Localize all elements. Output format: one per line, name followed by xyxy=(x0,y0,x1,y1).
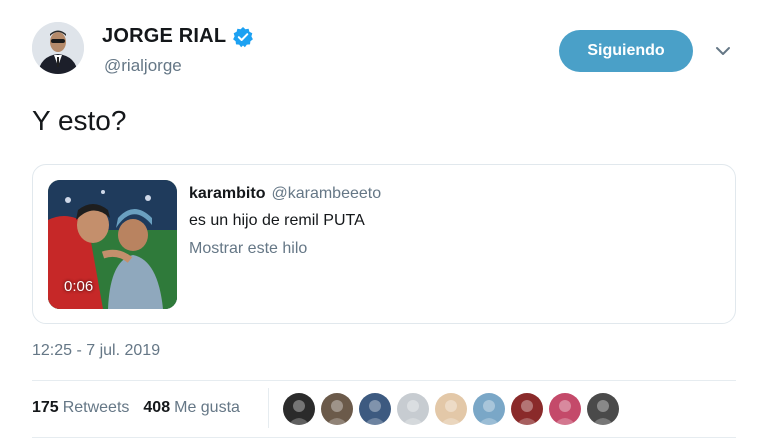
chevron-down-icon[interactable] xyxy=(712,40,734,62)
quote-author-name[interactable]: karambito xyxy=(189,185,265,203)
display-name[interactable]: JORGE RIAL xyxy=(102,25,226,48)
divider xyxy=(32,437,736,438)
tweet-timestamp[interactable]: 12:25 - 7 jul. 2019 xyxy=(32,342,160,360)
video-thumbnail[interactable]: 0:06 xyxy=(48,180,177,309)
liker-avatar[interactable] xyxy=(397,393,429,425)
tweet-text: Y esto? xyxy=(32,105,127,136)
liker-avatar[interactable] xyxy=(321,393,353,425)
quoted-tweet[interactable]: 0:06 karambito @karambeeeto es un hijo d… xyxy=(32,164,736,324)
quote-author-handle[interactable]: @karambeeeto xyxy=(271,185,381,203)
liker-avatar[interactable] xyxy=(435,393,467,425)
name-row: JORGE RIAL xyxy=(102,25,254,48)
stats-separator xyxy=(268,388,269,428)
liker-avatar[interactable] xyxy=(511,393,543,425)
liker-avatar[interactable] xyxy=(359,393,391,425)
tweet-card: JORGE RIAL @rialjorge Siguiendo Y esto? xyxy=(0,0,768,442)
tweet-stats: 175 Retweets 408 Me gusta xyxy=(32,399,254,417)
liker-avatar[interactable] xyxy=(283,393,315,425)
following-button[interactable]: Siguiendo xyxy=(559,30,693,72)
likers-avatars xyxy=(283,393,625,425)
likes-label[interactable]: Me gusta xyxy=(174,399,240,417)
show-thread-link[interactable]: Mostrar este hilo xyxy=(189,240,307,258)
likes-count[interactable]: 408 xyxy=(143,399,170,417)
retweets-label[interactable]: Retweets xyxy=(63,399,130,417)
quote-author: karambito @karambeeeto xyxy=(189,185,381,203)
liker-avatar[interactable] xyxy=(587,393,619,425)
user-handle[interactable]: @rialjorge xyxy=(104,56,182,76)
video-duration: 0:06 xyxy=(64,278,94,295)
liker-avatar[interactable] xyxy=(549,393,581,425)
user-avatar[interactable] xyxy=(32,22,84,74)
divider xyxy=(32,380,736,381)
verified-icon xyxy=(232,26,254,48)
liker-avatar[interactable] xyxy=(473,393,505,425)
retweets-count[interactable]: 175 xyxy=(32,399,59,417)
quote-text: es un hijo de remil PUTA xyxy=(189,212,365,229)
